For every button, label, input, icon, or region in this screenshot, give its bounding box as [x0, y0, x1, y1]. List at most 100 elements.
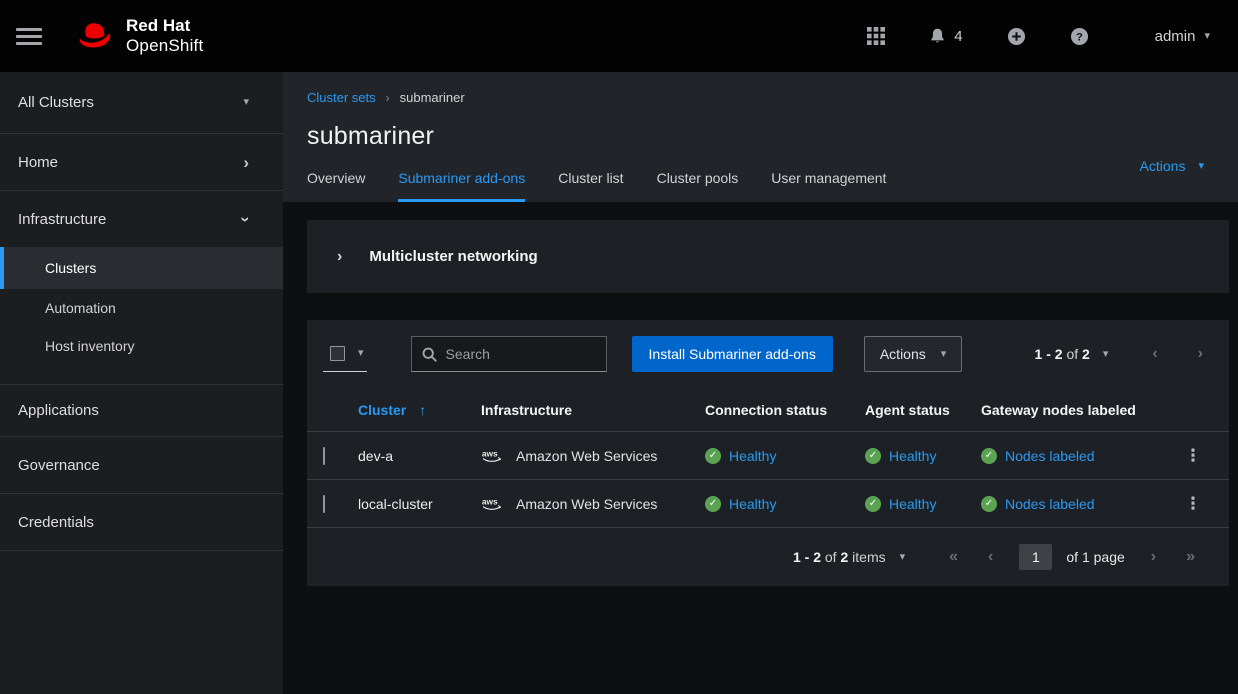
tab-user-management[interactable]: User management	[771, 170, 886, 202]
add-circle-icon[interactable]	[1007, 27, 1026, 46]
username: admin	[1155, 28, 1196, 45]
sidebar-item-label: Infrastructure	[18, 211, 106, 228]
pagination-top: 1 - 2 of 2 ▾ ‹ ›	[1035, 346, 1213, 362]
caret-down-icon[interactable]: ▾	[1103, 349, 1109, 360]
search-input[interactable]	[446, 346, 627, 362]
tab-bar: Overview Submariner add-ons Cluster list…	[307, 170, 1214, 202]
sidebar-item-label: Governance	[18, 457, 100, 474]
search-icon	[422, 347, 437, 362]
aws-icon: aws	[481, 447, 506, 464]
cluster-name: dev-a	[358, 448, 481, 464]
sidebar-item-home[interactable]: Home ›	[0, 134, 283, 190]
pagination-of-label: of	[825, 549, 837, 565]
toolbar-actions-dropdown[interactable]: Actions ▾	[864, 336, 962, 372]
check-circle-icon: ✓	[705, 448, 721, 464]
toolbar-actions-label: Actions	[880, 346, 926, 362]
redhat-fedora-icon	[72, 19, 118, 53]
check-circle-icon: ✓	[865, 496, 881, 512]
pagination-bottom: 1 - 2 of 2 items ▾ « ‹ of 1 page › »	[307, 528, 1229, 586]
masthead: Red Hat OpenShift 4	[0, 0, 1238, 72]
caret-down-icon: ▾	[1204, 31, 1210, 42]
sidebar-item-label: Host inventory	[45, 338, 134, 354]
aws-icon: aws	[481, 495, 506, 512]
row-kebab-menu[interactable]: ⋮	[1173, 446, 1213, 466]
app-launcher-icon[interactable]	[867, 27, 885, 45]
pagination-range: 1 - 2	[1035, 346, 1063, 362]
svg-text:aws: aws	[482, 448, 498, 458]
column-header-cluster[interactable]: Cluster ↑	[358, 402, 481, 418]
tab-submariner-add-ons[interactable]: Submariner add-ons	[398, 170, 525, 202]
gateway-status-link[interactable]: Nodes labeled	[1005, 448, 1095, 464]
table-toolbar: ▾ Install Submariner add-ons Ac	[307, 336, 1229, 388]
cluster-name: local-cluster	[358, 496, 481, 512]
sidebar-item-infrastructure[interactable]: Infrastructure ›	[0, 191, 283, 247]
perspective-label: All Clusters	[18, 94, 94, 111]
tab-overview[interactable]: Overview	[307, 170, 365, 202]
caret-down-icon[interactable]: ▾	[900, 552, 906, 563]
notifications-button[interactable]: 4	[929, 27, 962, 45]
submariner-table-card: ▾ Install Submariner add-ons Ac	[307, 320, 1229, 586]
breadcrumb-separator-icon: ›	[386, 91, 390, 105]
nav-toggle-button[interactable]	[16, 28, 42, 45]
table-row: local-cluster aws Amazon Web Services	[307, 480, 1229, 528]
help-icon[interactable]: ?	[1070, 27, 1089, 46]
sidebar: All Clusters ▾ Home › Infrastructure › C…	[0, 72, 283, 694]
page-number-input[interactable]	[1019, 544, 1052, 570]
breadcrumb-link-cluster-sets[interactable]: Cluster sets	[307, 90, 376, 105]
install-submariner-button[interactable]: Install Submariner add-ons	[632, 336, 833, 372]
bulk-select-dropdown[interactable]: ▾	[323, 337, 367, 372]
check-circle-icon: ✓	[705, 496, 721, 512]
multicluster-networking-expandable[interactable]: › Multicluster networking	[307, 220, 1229, 293]
next-page-button[interactable]: ›	[1151, 549, 1156, 565]
column-header-agent-status: Agent status	[865, 402, 981, 418]
chevron-down-icon: ›	[238, 216, 255, 222]
first-page-button[interactable]: «	[949, 549, 958, 565]
page-header: Cluster sets › submariner submariner Act…	[283, 72, 1238, 202]
connection-status-link[interactable]: Healthy	[729, 448, 776, 464]
caret-down-icon: ▾	[358, 348, 364, 359]
table-header-row: Cluster ↑ Infrastructure Connection stat…	[307, 388, 1229, 432]
caret-down-icon: ▾	[243, 97, 249, 108]
row-checkbox[interactable]	[323, 495, 325, 513]
sidebar-item-label: Clusters	[45, 260, 96, 276]
sidebar-item-label: Applications	[18, 402, 99, 419]
sidebar-item-credentials[interactable]: Credentials	[0, 494, 283, 550]
brand-logo: Red Hat OpenShift	[72, 16, 203, 55]
chevron-right-icon: ›	[337, 248, 342, 266]
check-circle-icon: ✓	[865, 448, 881, 464]
tab-cluster-list[interactable]: Cluster list	[558, 170, 623, 202]
row-checkbox[interactable]	[323, 447, 325, 465]
sidebar-item-clusters[interactable]: Clusters	[0, 247, 283, 289]
pagination-total: 2	[1082, 346, 1090, 362]
sidebar-item-label: Home	[18, 154, 58, 171]
gateway-status-link[interactable]: Nodes labeled	[1005, 496, 1095, 512]
bell-icon	[929, 27, 946, 45]
sidebar-item-label: Credentials	[18, 514, 94, 531]
infrastructure-name: Amazon Web Services	[516, 496, 657, 512]
sidebar-item-governance[interactable]: Governance	[0, 437, 283, 493]
prev-page-button[interactable]: ‹	[988, 549, 993, 565]
user-menu[interactable]: admin ▾	[1155, 28, 1210, 45]
last-page-button[interactable]: »	[1186, 549, 1195, 565]
row-kebab-menu[interactable]: ⋮	[1173, 494, 1213, 514]
brand-line1: Red Hat	[126, 16, 203, 36]
bulk-select-checkbox[interactable]	[330, 346, 345, 361]
tab-cluster-pools[interactable]: Cluster pools	[657, 170, 739, 202]
sidebar-item-automation[interactable]: Automation	[0, 289, 283, 327]
agent-status-link[interactable]: Healthy	[889, 496, 936, 512]
page-actions-dropdown[interactable]: Actions ▾	[1140, 158, 1204, 174]
next-page-button[interactable]: ›	[1198, 346, 1203, 362]
sidebar-item-host-inventory[interactable]: Host inventory	[0, 327, 283, 365]
notification-count: 4	[954, 28, 962, 45]
table-row: dev-a aws Amazon Web Services ✓	[307, 432, 1229, 480]
svg-text:?: ?	[1076, 31, 1083, 43]
brand-line2: OpenShift	[126, 36, 203, 56]
agent-status-link[interactable]: Healthy	[889, 448, 936, 464]
page-title: submariner	[307, 122, 1214, 151]
sidebar-item-applications[interactable]: Applications	[0, 385, 283, 436]
prev-page-button[interactable]: ‹	[1152, 346, 1157, 362]
pagination-range: 1 - 2	[793, 549, 821, 565]
perspective-switcher[interactable]: All Clusters ▾	[0, 72, 283, 133]
connection-status-link[interactable]: Healthy	[729, 496, 776, 512]
pagination-total: 2	[840, 549, 848, 565]
